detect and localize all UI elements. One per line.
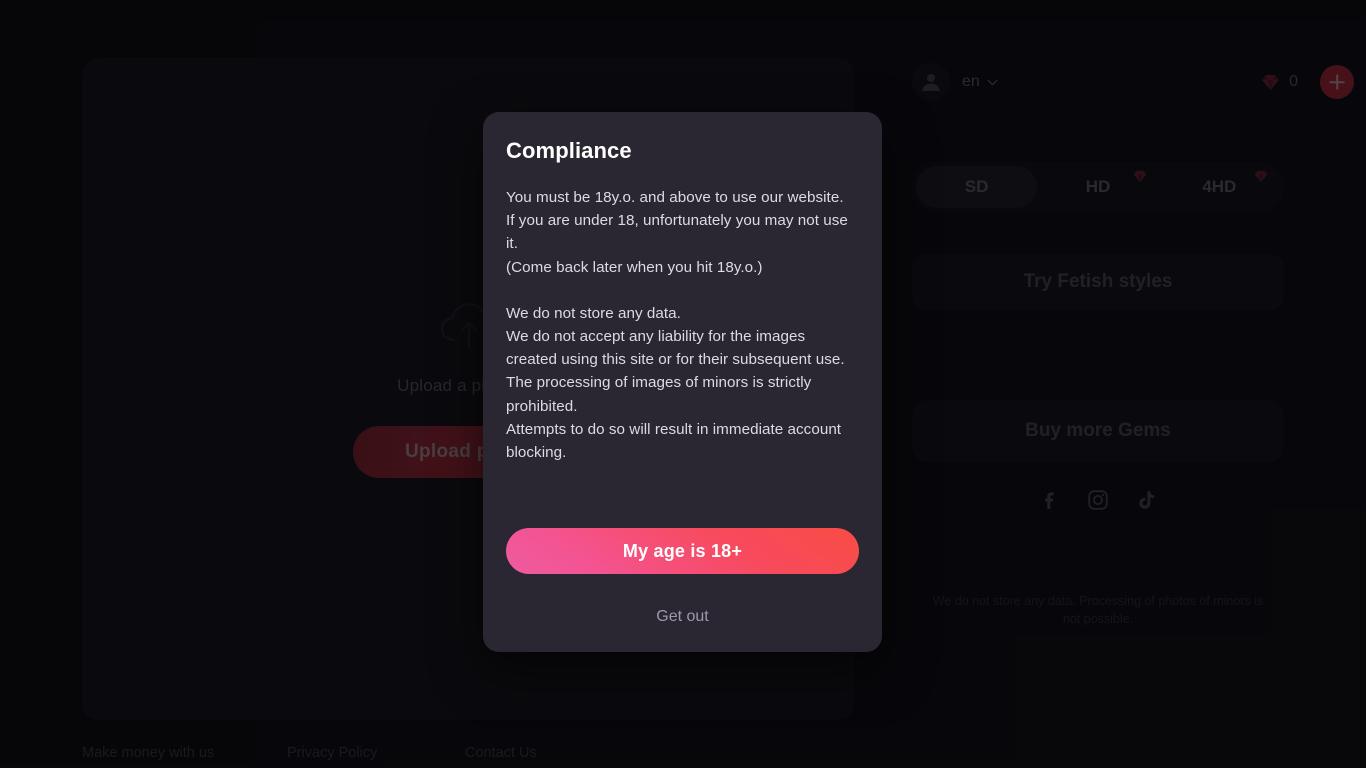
get-out-link[interactable]: Get out bbox=[483, 608, 882, 626]
modal-paragraph-age: You must be 18y.o. and above to use our … bbox=[506, 189, 848, 276]
modal-title: Compliance bbox=[506, 138, 632, 163]
confirm-age-button[interactable]: My age is 18+ bbox=[506, 528, 859, 574]
compliance-modal: Compliance You must be 18y.o. and above … bbox=[483, 112, 882, 652]
app-root: Upload a picture... Upload photo en bbox=[0, 0, 1366, 768]
modal-paragraph-liability: We do not store any data. We do not acce… bbox=[506, 304, 845, 462]
